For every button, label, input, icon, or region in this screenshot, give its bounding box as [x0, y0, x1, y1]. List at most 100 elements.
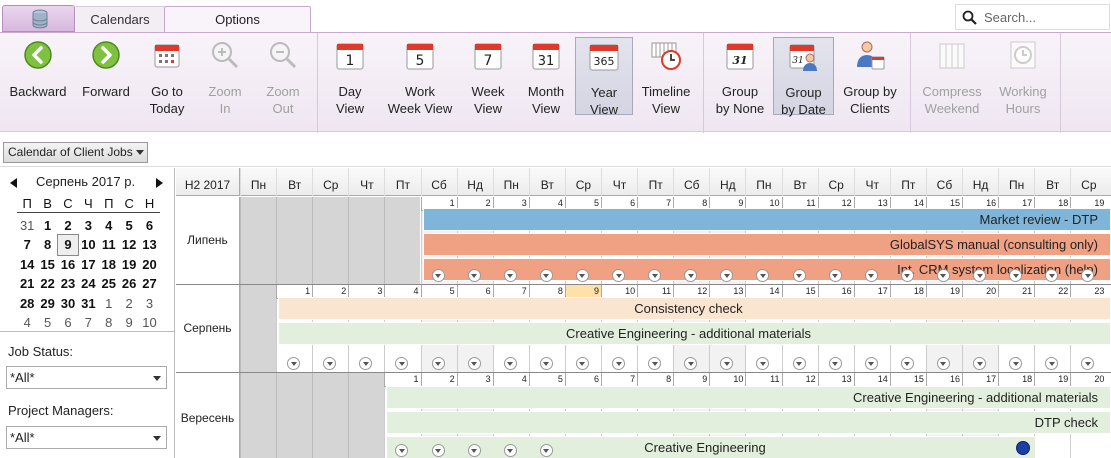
day-number[interactable]: 20: [1070, 373, 1107, 387]
more-items-icon[interactable]: [539, 269, 553, 282]
mini-calendar-day[interactable]: 21: [17, 274, 37, 294]
more-items-icon[interactable]: [828, 357, 842, 370]
day-number[interactable]: 9: [673, 373, 710, 387]
job-status-select[interactable]: *All*: [6, 366, 167, 389]
day-number[interactable]: 6: [564, 373, 601, 387]
more-items-icon[interactable]: [612, 269, 626, 282]
tab-options[interactable]: Options: [164, 6, 311, 33]
mini-calendar-day[interactable]: 23: [58, 274, 78, 294]
day-number[interactable]: 10: [709, 373, 746, 387]
group-by-none-button[interactable]: 31 Group by None: [710, 37, 770, 116]
mini-calendar-day[interactable]: 31: [17, 216, 37, 236]
appointment-bar[interactable]: Consistency check: [278, 297, 1111, 320]
mini-calendar-day[interactable]: 1: [37, 216, 57, 236]
mini-calendar-day[interactable]: 27: [139, 274, 159, 294]
mini-calendar-day[interactable]: 3: [139, 294, 159, 314]
mini-calendar-day[interactable]: 31: [78, 294, 98, 314]
day-number[interactable]: 17: [962, 373, 999, 387]
goto-today-button[interactable]: Go to Today: [140, 37, 194, 116]
mini-calendar-day[interactable]: 1: [99, 294, 119, 314]
mini-calendar-day[interactable]: 26: [119, 274, 139, 294]
more-items-icon[interactable]: [575, 357, 589, 370]
more-items-icon[interactable]: [431, 269, 445, 282]
mini-calendar-day[interactable]: 18: [99, 255, 119, 275]
day-number[interactable]: 4: [492, 373, 529, 387]
day-number[interactable]: 14: [853, 373, 890, 387]
mini-calendar-day[interactable]: 2: [58, 216, 78, 236]
mini-calendar-day[interactable]: 12: [119, 235, 139, 255]
more-items-icon[interactable]: [900, 357, 914, 370]
appointment-bar[interactable]: DTP check: [386, 411, 1111, 434]
day-number[interactable]: 19: [1034, 373, 1071, 387]
mini-calendar-day[interactable]: 6: [139, 216, 159, 236]
mini-calendar-day[interactable]: 8: [99, 313, 119, 333]
mini-calendar-day[interactable]: 22: [37, 274, 57, 294]
mini-calendar-day[interactable]: 14: [17, 255, 37, 275]
day-number[interactable]: 13: [817, 373, 854, 387]
search-input[interactable]: Search...: [984, 10, 1036, 25]
forward-button[interactable]: Forward: [74, 37, 138, 115]
day-number[interactable]: 2: [420, 373, 457, 387]
zoom-out-button[interactable]: Zoom Out: [256, 37, 310, 116]
mini-calendar-day[interactable]: 24: [78, 274, 98, 294]
mini-calendar-day[interactable]: 10: [139, 313, 159, 333]
mini-calendar-day[interactable]: 4: [17, 313, 37, 333]
appointment-bar[interactable]: Creative Engineering - additional materi…: [386, 386, 1111, 409]
calendar-selector[interactable]: Calendar of Client Jobs: [3, 142, 148, 163]
mini-calendar-day[interactable]: 4: [99, 216, 119, 236]
more-items-icon[interactable]: [539, 357, 553, 370]
mini-calendar-day[interactable]: 19: [119, 255, 139, 275]
mini-calendar-day[interactable]: 3: [78, 216, 98, 236]
mini-calendar-day[interactable]: 16: [58, 255, 78, 275]
day-number[interactable]: 8: [637, 373, 674, 387]
more-items-icon[interactable]: [503, 357, 517, 370]
year-view-button[interactable]: 365 Year View: [575, 37, 633, 117]
mini-calendar-day[interactable]: 28: [17, 294, 37, 314]
more-items-icon[interactable]: [792, 357, 806, 370]
day-view-button[interactable]: 1 Day View: [324, 37, 376, 116]
mini-calendar-day[interactable]: 30: [58, 294, 78, 314]
more-items-icon[interactable]: [503, 444, 517, 457]
mini-calendar-day[interactable]: 10: [78, 235, 98, 255]
mini-calendar-day[interactable]: 13: [139, 235, 159, 255]
day-number[interactable]: 5: [528, 373, 565, 387]
day-number[interactable]: 1: [384, 373, 421, 387]
zoom-in-button[interactable]: Zoom In: [198, 37, 252, 116]
app-menu-button[interactable]: [2, 5, 75, 32]
search-box[interactable]: Search...: [955, 4, 1110, 30]
day-number[interactable]: 16: [925, 373, 962, 387]
mini-calendar-day[interactable]: 25: [99, 274, 119, 294]
mini-calendar-day[interactable]: 29: [37, 294, 57, 314]
more-items-icon[interactable]: [467, 444, 481, 457]
more-items-icon[interactable]: [900, 269, 914, 282]
more-items-icon[interactable]: [936, 269, 950, 282]
mini-calendar-day[interactable]: 9: [119, 313, 139, 333]
more-items-icon[interactable]: [973, 357, 987, 370]
more-items-icon[interactable]: [467, 269, 481, 282]
more-items-icon[interactable]: [431, 444, 445, 457]
mini-calendar-day[interactable]: 7: [17, 235, 37, 255]
mini-calendar-day[interactable]: 6: [58, 313, 78, 333]
mini-calendar-day[interactable]: 9: [56, 234, 80, 256]
more-items-icon[interactable]: [612, 357, 626, 370]
mini-calendar-day[interactable]: 17: [78, 255, 98, 275]
mini-calendar-day[interactable]: 5: [119, 216, 139, 236]
project-managers-select[interactable]: *All*: [6, 426, 167, 449]
previous-month-icon[interactable]: [10, 178, 17, 188]
more-items-icon[interactable]: [936, 357, 950, 370]
more-items-icon[interactable]: [467, 357, 481, 370]
day-number[interactable]: 15: [889, 373, 926, 387]
more-items-icon[interactable]: [973, 269, 987, 282]
more-items-icon[interactable]: [828, 269, 842, 282]
week-view-button[interactable]: 7 Week View: [462, 37, 514, 116]
more-items-icon[interactable]: [864, 357, 878, 370]
backward-button[interactable]: Backward: [4, 37, 72, 115]
mini-calendar-day[interactable]: 7: [78, 313, 98, 333]
more-items-icon[interactable]: [539, 444, 553, 457]
appointment-bar[interactable]: Market review - DTP: [423, 208, 1111, 231]
more-items-icon[interactable]: [864, 269, 878, 282]
appointment-bar[interactable]: Creative Engineering - additional materi…: [278, 322, 1111, 345]
next-month-icon[interactable]: [156, 178, 163, 188]
day-number[interactable]: 3: [456, 373, 493, 387]
day-number[interactable]: 11: [745, 373, 782, 387]
